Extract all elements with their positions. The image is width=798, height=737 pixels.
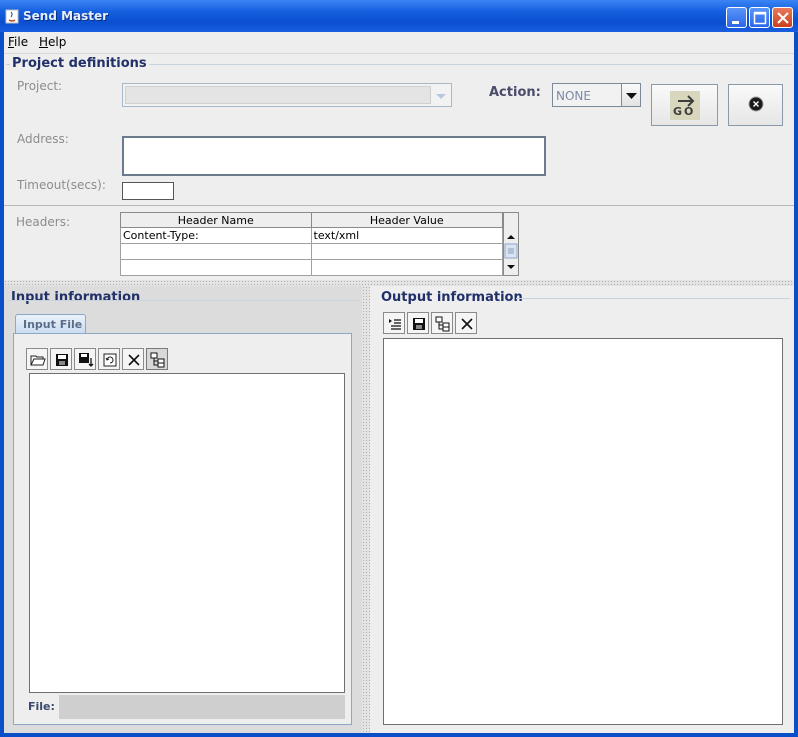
tree-view-icon bbox=[435, 316, 450, 332]
project-label: Project: bbox=[17, 79, 63, 93]
menu-help-mnemonic: H bbox=[39, 35, 49, 49]
save-icon bbox=[56, 354, 68, 366]
window-title: Send Master bbox=[23, 9, 109, 23]
headers-scrollbar[interactable] bbox=[503, 212, 519, 276]
headers-label: Headers: bbox=[16, 215, 70, 229]
save-button[interactable] bbox=[50, 348, 72, 370]
save-as-button[interactable] bbox=[74, 348, 96, 370]
open-file-button[interactable] bbox=[26, 348, 48, 370]
output-clear-button[interactable] bbox=[455, 312, 477, 334]
table-row[interactable]: Content-Type: text/xml bbox=[120, 227, 503, 244]
go-button-label: GO bbox=[673, 105, 696, 118]
table-cell[interactable] bbox=[120, 243, 312, 260]
maximize-icon bbox=[753, 11, 767, 25]
output-tree-view-button[interactable] bbox=[431, 312, 453, 334]
java-cup-icon bbox=[5, 9, 19, 24]
input-text-area[interactable] bbox=[29, 373, 345, 693]
file-label: File: bbox=[28, 700, 55, 713]
close-icon bbox=[777, 12, 789, 24]
clear-button[interactable] bbox=[122, 348, 144, 370]
table-cell[interactable]: text/xml bbox=[310, 227, 503, 244]
project-definitions-title: Project definitions bbox=[10, 56, 149, 71]
address-label: Address: bbox=[17, 132, 69, 146]
tab-input-file[interactable]: Input File bbox=[15, 314, 86, 334]
headers-table[interactable]: Header Name Header Value Content-Type: t… bbox=[120, 212, 503, 276]
clear-x-icon bbox=[461, 318, 473, 330]
action-combo-dropdown[interactable] bbox=[621, 84, 640, 106]
minimize-icon bbox=[732, 21, 739, 24]
input-group-line bbox=[8, 300, 360, 301]
go-button[interactable]: GO bbox=[651, 84, 718, 126]
format-indent-icon bbox=[389, 319, 401, 330]
table-cell[interactable] bbox=[310, 259, 503, 276]
tree-view-icon bbox=[150, 352, 165, 368]
clear-x-icon bbox=[128, 354, 140, 366]
scroll-up-icon bbox=[507, 235, 515, 239]
header-value-column[interactable]: Header Value bbox=[310, 212, 503, 228]
menu-file-label: ile bbox=[14, 35, 29, 49]
section-divider bbox=[4, 205, 794, 206]
save-icon bbox=[413, 318, 425, 330]
refresh-button[interactable] bbox=[98, 348, 120, 370]
table-row[interactable] bbox=[120, 243, 503, 260]
headers-table-header-row: Header Name Header Value bbox=[120, 212, 503, 228]
project-combo-value bbox=[125, 86, 431, 104]
refresh-icon bbox=[103, 353, 117, 367]
timeout-label: Timeout(secs): bbox=[17, 178, 106, 192]
format-button[interactable] bbox=[383, 312, 405, 334]
table-cell[interactable] bbox=[310, 243, 503, 260]
stop-button[interactable] bbox=[728, 84, 783, 126]
action-combo[interactable]: NONE bbox=[552, 83, 641, 107]
client-area: File Help Project definitions Project: A… bbox=[4, 32, 794, 733]
header-name-column[interactable]: Header Name bbox=[120, 212, 312, 228]
stop-icon bbox=[748, 96, 764, 112]
chevron-down-icon bbox=[436, 94, 446, 99]
maximize-button[interactable] bbox=[749, 7, 770, 28]
minimize-button[interactable] bbox=[726, 7, 747, 28]
output-group-line bbox=[516, 298, 790, 299]
output-information-title: Output information bbox=[381, 290, 523, 305]
output-information-pane: Output information bbox=[370, 286, 794, 733]
table-row[interactable] bbox=[120, 259, 503, 276]
menu-file[interactable]: File bbox=[8, 35, 28, 49]
action-label: Action: bbox=[489, 85, 541, 100]
output-save-button[interactable] bbox=[407, 312, 429, 334]
table-cell[interactable] bbox=[120, 259, 312, 276]
action-combo-value: NONE bbox=[556, 89, 591, 103]
menu-bar: File Help bbox=[4, 32, 794, 54]
project-combo[interactable] bbox=[122, 83, 452, 107]
save-down-icon bbox=[79, 353, 94, 367]
address-field[interactable] bbox=[122, 136, 546, 176]
menu-help-label: elp bbox=[48, 35, 67, 49]
tree-view-button[interactable] bbox=[146, 348, 168, 370]
application-window: Send Master File Help Project definition… bbox=[0, 0, 798, 737]
output-text-area[interactable] bbox=[383, 338, 783, 725]
file-path-field bbox=[59, 695, 345, 719]
title-bar[interactable]: Send Master bbox=[0, 0, 798, 32]
chevron-down-icon bbox=[626, 93, 637, 99]
timeout-field[interactable] bbox=[122, 182, 174, 200]
input-information-pane: Input information Input File File: bbox=[4, 286, 362, 733]
scroll-down-icon bbox=[507, 265, 515, 269]
input-information-title: Input information bbox=[11, 290, 141, 305]
folder-open-icon bbox=[30, 355, 46, 366]
input-file-panel: File: bbox=[13, 333, 352, 725]
close-button[interactable] bbox=[772, 7, 793, 28]
scrollbar-glyphs bbox=[504, 235, 518, 269]
table-cell[interactable]: Content-Type: bbox=[120, 227, 312, 244]
vertical-splitter[interactable] bbox=[362, 286, 370, 733]
menu-help[interactable]: Help bbox=[39, 35, 66, 49]
